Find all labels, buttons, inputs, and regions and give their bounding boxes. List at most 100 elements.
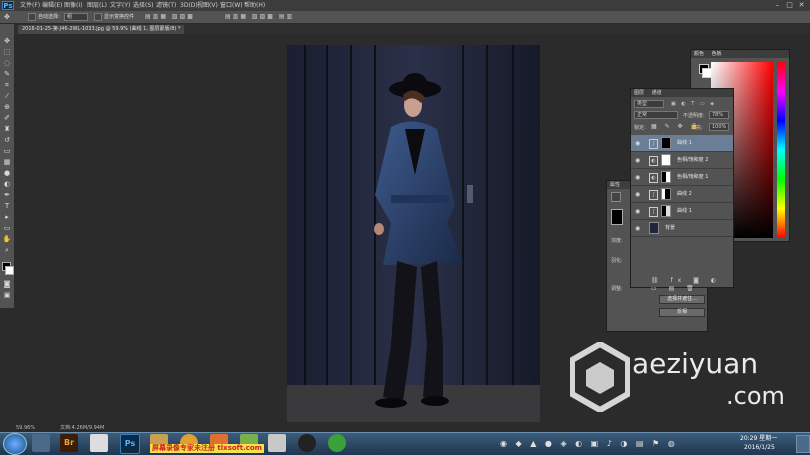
visibility-eye-icon[interactable]: ◉	[635, 203, 640, 220]
taskbar-app-icon[interactable]	[298, 434, 316, 452]
layer-mask-thumbnail	[661, 154, 671, 166]
layer-name: 色相/饱和度 1	[677, 174, 709, 180]
hue-slider[interactable]	[777, 62, 785, 238]
layer-name: 曲线 1	[677, 208, 692, 214]
auto-select-checkbox[interactable]	[28, 13, 36, 21]
show-transform-checkbox[interactable]	[94, 13, 102, 21]
layer-mask-thumbnail	[661, 188, 671, 200]
layer-row[interactable]: ◉ 背景	[631, 220, 733, 237]
stamp-tool-icon[interactable]: ♜	[2, 125, 12, 134]
layer-list: ◉ ∫ 曲线 1 ◉ ◐ 色相/饱和度 2 ◉ ◐ 色相/饱和度 1 ◉ ∫ 曲…	[631, 135, 733, 237]
menu-window[interactable]: 窗口(W)	[220, 1, 243, 10]
healing-tool-icon[interactable]: ⊕	[2, 103, 12, 112]
lock-label: 锁定:	[634, 125, 646, 131]
menu-3d[interactable]: 3D(D)	[180, 1, 198, 10]
distribute-icons[interactable]: ▤▥▦ ▧▨▩ ▤▥	[225, 13, 315, 21]
layer-row[interactable]: ◉ ∫ 曲线 1	[631, 135, 733, 152]
adjustment-icon: ◐	[649, 173, 658, 183]
document-tab[interactable]: 2016-01-25-第-J46-2WL-1033.jpg @ 59.9% (曲…	[18, 25, 185, 34]
move-tool-icon[interactable]: ✥	[2, 37, 12, 46]
menu-file[interactable]: 文件(F)	[20, 1, 40, 10]
fill-input[interactable]: 100%	[709, 123, 729, 131]
taskbar-explorer-icon[interactable]	[32, 434, 50, 452]
taskbar-app-icon[interactable]	[268, 434, 286, 452]
tab-layers[interactable]: 图层	[634, 90, 644, 96]
lasso-tool-icon[interactable]: ◌	[2, 59, 12, 68]
invert-button[interactable]: 反相	[659, 308, 705, 317]
visibility-eye-icon[interactable]: ◉	[635, 169, 640, 186]
marquee-tool-icon[interactable]: ⬚	[2, 48, 12, 57]
shape-tool-icon[interactable]: ▭	[2, 224, 12, 233]
background-color-swatch[interactable]	[5, 266, 14, 275]
visibility-eye-icon[interactable]: ◉	[635, 152, 640, 169]
layer-row[interactable]: ◉ ◐ 色相/饱和度 1	[631, 169, 733, 186]
watermark-domain: .com	[726, 382, 785, 410]
visibility-eye-icon[interactable]: ◉	[635, 220, 640, 237]
brush-tool-icon[interactable]: ✐	[2, 114, 12, 123]
eyedropper-tool-icon[interactable]: ⁄	[2, 92, 12, 101]
tab-swatches[interactable]: 色板	[712, 51, 722, 57]
adjustment-icon: ∫	[649, 190, 658, 200]
clock-time[interactable]: 20:29 星期一	[740, 435, 777, 443]
start-button[interactable]	[3, 433, 27, 455]
clock-date[interactable]: 2016/1/25	[744, 444, 775, 452]
opacity-label: 不透明度:	[683, 113, 705, 119]
system-tray-icons[interactable]: ◉ ◆ ▲ ● ◈ ◐ ▣ ♪ ◑ ▤ ⚑ ◍	[500, 438, 700, 450]
menu-edit[interactable]: 编辑(E)	[42, 1, 62, 10]
minimize-button[interactable]: –	[773, 1, 782, 9]
layer-actions-icons[interactable]: ⛓ fx ◙ ◐ ▭ ▤ 🗑	[651, 277, 731, 292]
taskbar-browser-icon[interactable]	[328, 434, 346, 452]
path-select-tool-icon[interactable]: ▸	[2, 213, 12, 222]
layer-row[interactable]: ◉ ∫ 曲线 2	[631, 186, 733, 203]
blur-tool-icon[interactable]: ●	[2, 169, 12, 178]
close-button[interactable]: ✕	[797, 1, 806, 9]
taskbar-viewer-icon[interactable]	[90, 434, 108, 452]
menu-help[interactable]: 帮助(H)	[244, 1, 265, 10]
visibility-eye-icon[interactable]: ◉	[635, 186, 640, 203]
layer-filter-dropdown[interactable]: 类型	[634, 100, 664, 108]
tab-channels[interactable]: 通道	[652, 90, 662, 96]
screen-mode-icon[interactable]: ▣	[2, 291, 12, 300]
move-tool-icon[interactable]: ✥	[4, 13, 12, 21]
layer-name: 背景	[665, 225, 676, 231]
quick-select-tool-icon[interactable]: ✎	[2, 70, 12, 79]
align-icons[interactable]: ▤▥▦ ▧▨▩	[145, 13, 215, 21]
menu-type[interactable]: 文字(Y)	[110, 1, 130, 10]
menu-select[interactable]: 选择(S)	[133, 1, 154, 10]
filter-icons[interactable]: ▣ ◐ T ▭ ◈	[671, 100, 729, 108]
photoshop-logo: Ps	[2, 1, 14, 10]
gradient-tool-icon[interactable]: ▦	[2, 158, 12, 167]
blend-mode-dropdown[interactable]: 正常	[634, 111, 678, 119]
photoshop-taskbar-icon[interactable]: Ps	[120, 434, 140, 454]
show-transform-label: 显示变换控件	[104, 14, 135, 20]
quick-mask-icon[interactable]: ◙	[2, 280, 12, 289]
history-brush-icon[interactable]: ↺	[2, 136, 12, 145]
density-label: 浓度:	[611, 238, 623, 244]
tab-color[interactable]: 颜色	[694, 51, 704, 57]
bridge-app-icon[interactable]: Br	[60, 434, 78, 452]
pen-tool-icon[interactable]: ✒	[2, 191, 12, 200]
menu-layer[interactable]: 图层(L)	[87, 1, 107, 10]
dodge-tool-icon[interactable]: ◐	[2, 180, 12, 189]
document-info[interactable]: 文档:4.26M/9.94M	[60, 424, 104, 432]
layer-row[interactable]: ◉ ∫ 曲线 1	[631, 203, 733, 220]
layer-row[interactable]: ◉ ◐ 色相/饱和度 2	[631, 152, 733, 169]
visibility-eye-icon[interactable]: ◉	[635, 135, 640, 152]
canvas-photo[interactable]	[287, 45, 540, 422]
select-and-mask-button[interactable]: 选择并遮住...	[659, 295, 705, 304]
show-desktop-button[interactable]	[796, 435, 810, 453]
zoom-tool-icon[interactable]: ⌕	[2, 246, 12, 255]
opacity-input[interactable]: 78%	[709, 111, 729, 119]
auto-select-dropdown[interactable]: 组	[64, 13, 88, 21]
crop-tool-icon[interactable]: ⌗	[2, 81, 12, 90]
eraser-tool-icon[interactable]: ▭	[2, 147, 12, 156]
type-tool-icon[interactable]: T	[2, 202, 12, 211]
mask-icon[interactable]	[611, 192, 621, 202]
menu-image[interactable]: 图像(I)	[64, 1, 82, 10]
menu-filter[interactable]: 滤镜(T)	[156, 1, 176, 10]
maximize-button[interactable]: □	[785, 1, 794, 9]
menu-view[interactable]: 视图(V)	[197, 1, 218, 10]
zoom-level[interactable]: 59.96%	[16, 424, 35, 432]
hand-tool-icon[interactable]: ✋	[2, 235, 12, 244]
layer-name: 曲线 1	[677, 140, 692, 146]
